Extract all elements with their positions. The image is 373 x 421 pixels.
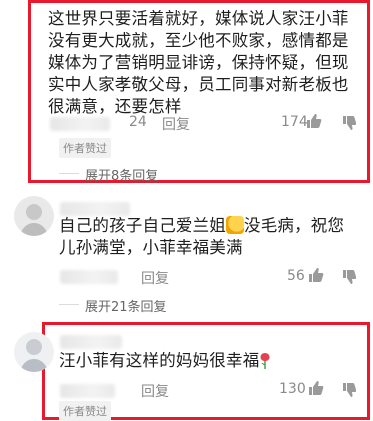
- reply-count-1: 24: [129, 114, 147, 130]
- dislike-icon[interactable]: [342, 269, 356, 285]
- expand-replies-2[interactable]: 展开21条回复: [85, 296, 167, 315]
- expand-divider-2: [59, 304, 79, 305]
- comment-text-3-body: 汪小菲有这样的妈妈很幸福: [59, 351, 260, 370]
- dislike-icon[interactable]: [342, 115, 356, 131]
- username-blurred-1: [50, 117, 110, 131]
- avatar-3[interactable]: [14, 332, 54, 372]
- like-count-2: 56: [287, 268, 305, 284]
- rose-emoji: [259, 351, 271, 369]
- thumbs-up-emoji: [226, 216, 244, 234]
- reply-button-1[interactable]: 回复: [162, 114, 190, 134]
- username-blurred-2: [60, 202, 130, 216]
- dislike-icon[interactable]: [342, 382, 356, 398]
- comment-text-1: 这世界只要活着就好，媒体说人家汪小菲没有更大成就，至少他不败家，感情都是媒体为了…: [48, 9, 349, 116]
- like-icon[interactable]: [308, 380, 324, 396]
- username-blurred-3: [60, 335, 122, 349]
- like-icon[interactable]: [306, 113, 322, 129]
- expand-replies-1[interactable]: 展开8条回复: [85, 165, 158, 184]
- author-liked-badge-3: 作者赞过: [59, 401, 111, 421]
- avatar-2[interactable]: [14, 196, 54, 236]
- comment-text-3: 汪小菲有这样的妈妈很幸福: [59, 350, 349, 372]
- like-count-3: 130: [279, 381, 306, 397]
- author-liked-badge-1: 作者赞过: [59, 138, 111, 158]
- like-icon[interactable]: [308, 267, 324, 283]
- comment-text-2-part1: 自己的孩子自己爱兰姐: [59, 216, 226, 235]
- comment-text-2: 自己的孩子自己爱兰姐 没毛病，祝您儿孙满堂，小菲幸福美满: [59, 215, 359, 259]
- username-blurred-2b: [60, 270, 118, 284]
- expand-divider-1: [59, 173, 79, 174]
- username-blurred-3b: [60, 384, 115, 398]
- like-count-1: 174: [281, 114, 308, 130]
- reply-button-3[interactable]: 回复: [141, 381, 169, 401]
- reply-button-2[interactable]: 回复: [141, 268, 169, 288]
